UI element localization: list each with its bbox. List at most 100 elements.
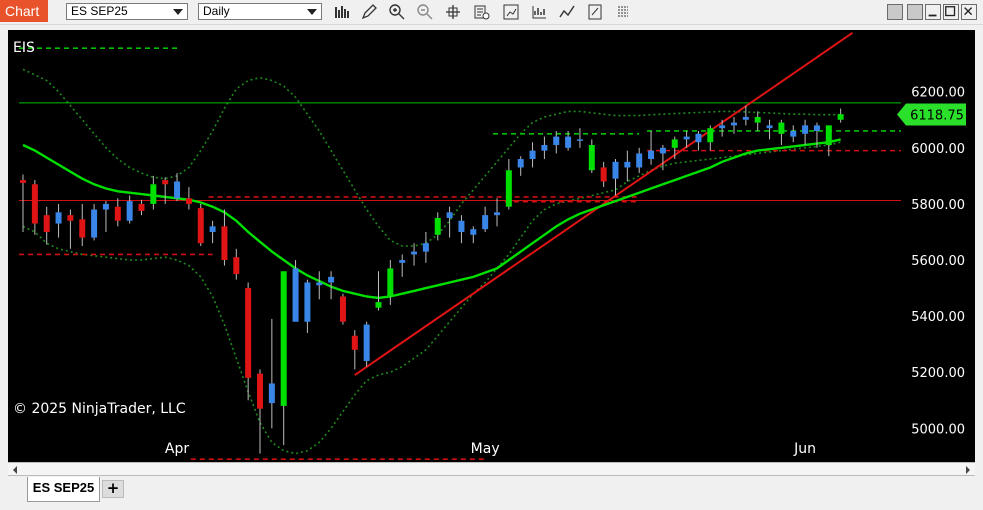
candle [185,187,192,210]
candle [79,203,86,246]
candle-body [221,226,228,261]
candle-body [565,136,572,148]
candle [138,199,145,216]
candle [257,369,263,454]
candle-body [731,122,737,126]
minimize-icon[interactable] [907,4,923,20]
candle-body [494,212,500,216]
moving-average [22,138,841,300]
interval-value: Daily [203,4,230,18]
horizontal-lines [19,47,901,460]
scroll-left-icon[interactable] [10,465,20,475]
price-axis-label: 5000.00 [911,422,965,437]
candle-body [387,268,394,297]
candle [197,203,204,246]
candle-body [648,150,655,160]
candle-body [825,125,832,146]
candle-body [375,302,382,308]
candle-body [292,268,299,322]
candle [268,318,275,429]
candle-body [470,229,477,235]
candle-body [91,209,98,238]
instrument-value: ES SEP25 [71,4,128,18]
candle [695,130,702,151]
candle [588,139,595,174]
zoom-out-icon[interactable] [416,3,436,21]
candle [91,203,98,241]
copyright-text: © 2025 NinjaTrader, LLC [13,401,186,417]
crosshair-icon[interactable] [444,3,464,21]
data-box-icon[interactable] [472,3,492,21]
candle-body [813,125,820,131]
sma-line [22,138,841,300]
chevron-down-icon [173,9,183,15]
candle-body [671,139,678,148]
zoom-in-icon[interactable] [388,3,408,21]
indicators-icon[interactable] [530,3,550,21]
candle-body [43,215,50,232]
candle [102,201,109,232]
candle [351,330,358,370]
candle-body [102,203,109,210]
candle [31,180,38,235]
candle-body [55,212,62,224]
candle [209,220,216,244]
candle [778,119,785,146]
candle-body [257,373,263,409]
maximize-icon[interactable] [943,4,959,20]
candle [541,136,548,160]
add-tab-button[interactable]: + [102,480,124,498]
candle-body [446,212,453,218]
candle [802,119,809,146]
candle-body [683,136,690,140]
candle-body [339,296,346,322]
candle [316,271,323,300]
chart-window-label[interactable]: Chart [0,0,48,22]
close-icon[interactable] [961,4,977,20]
candle [67,209,74,249]
candle-body [351,335,358,350]
drawing-tools-icon[interactable] [558,3,578,21]
price-chart[interactable]: 6200.00 6000.00 5800.00 5600.00 5400.00 5200.… [8,30,975,462]
candle-body [138,203,145,211]
time-axis-label: May [471,441,500,457]
candle [790,125,797,143]
instrument-selector[interactable]: ES SEP25 [66,3,188,20]
horizontal-scrollbar[interactable] [8,462,975,476]
candle-body [316,282,323,286]
candle-body [553,136,560,146]
candle-body [790,130,797,137]
tab-es-sep25[interactable]: ES SEP25 [27,477,100,502]
candle [150,175,157,210]
candle [719,119,726,137]
pencil-icon[interactable] [360,3,380,21]
candle-body [328,276,335,283]
candle-body [778,122,785,134]
scroll-right-icon[interactable] [963,465,973,475]
more-icon[interactable] [614,3,634,21]
candle-body [754,116,761,123]
candle [624,150,631,182]
candle-body [482,215,489,230]
last-price-value: 6118.75 [910,109,964,124]
restore-icon[interactable] [925,4,941,20]
candle [470,226,477,244]
bars-icon[interactable] [333,3,353,21]
properties-icon[interactable] [586,3,606,21]
minimize-grey-icon[interactable] [887,4,903,20]
chart-panel[interactable]: 6200.00 6000.00 5800.00 5600.00 5400.00 5200.… [8,30,975,462]
candle [766,119,773,140]
candle [529,142,536,168]
candle-body [114,206,121,221]
candle-body [802,125,809,134]
interval-selector[interactable]: Daily [198,3,322,20]
strategies-icon[interactable] [502,3,522,21]
candle-body [517,159,524,168]
candle-body [458,220,465,232]
chevron-down-icon [307,9,317,15]
candle-body [588,145,595,171]
price-axis-label: 5600.00 [911,254,965,269]
candle [363,321,370,367]
candle-body [411,251,418,255]
candle [754,111,761,131]
